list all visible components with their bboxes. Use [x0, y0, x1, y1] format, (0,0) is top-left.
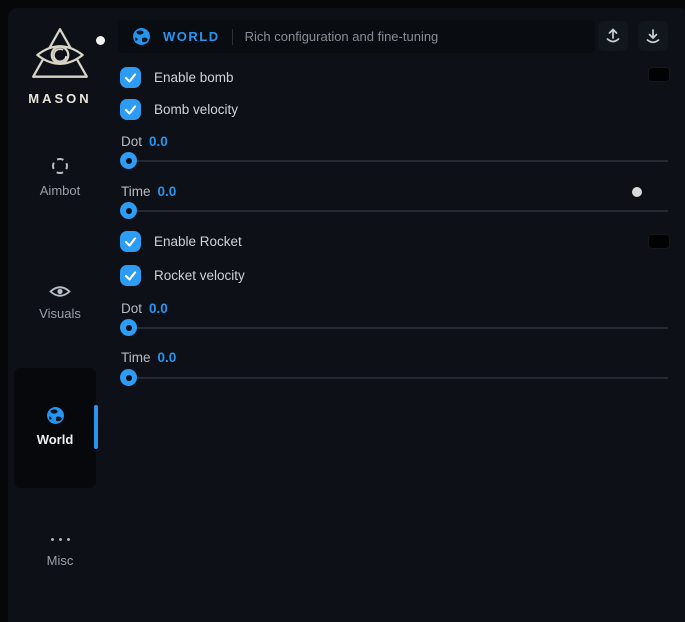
slider-track[interactable]	[120, 377, 668, 379]
slider-handle[interactable]	[120, 319, 137, 336]
divider	[232, 29, 233, 45]
download-config-button[interactable]	[638, 21, 668, 51]
slider-name: Dot	[121, 301, 142, 316]
slider-label-row: Dot 0.0	[121, 134, 168, 149]
toggle-label: Enable Rocket	[154, 234, 242, 249]
globe-icon	[46, 406, 65, 425]
slider-label-row: Dot 0.0	[121, 301, 168, 316]
toggle-row: Rocket velocity	[120, 264, 245, 286]
checkmark-icon	[124, 103, 137, 116]
logo-text: MASON	[8, 91, 112, 106]
page-title: WORLD	[163, 29, 220, 44]
slider-value: 0.0	[158, 184, 177, 199]
globe-icon	[132, 27, 151, 46]
slider-handle[interactable]	[120, 152, 137, 169]
rocket-color-swatch[interactable]	[648, 234, 670, 249]
eye-icon	[49, 284, 71, 299]
toggle-row: Enable Rocket	[120, 230, 242, 252]
sidebar-item-world[interactable]: World	[14, 406, 96, 447]
sidebar: MASON Aimbot Visuals World	[8, 8, 112, 622]
dot-slider[interactable]	[120, 319, 668, 336]
upload-config-button[interactable]	[598, 21, 628, 51]
crosshair-icon	[50, 156, 70, 176]
slider-handle[interactable]	[120, 369, 137, 386]
sidebar-item-aimbot[interactable]: Aimbot	[8, 156, 112, 198]
download-icon	[644, 27, 662, 45]
slider-value: 0.0	[149, 134, 168, 149]
sidebar-item-label: Visuals	[39, 306, 81, 321]
sidebar-item-label: Misc	[47, 553, 74, 568]
page-subtitle: Rich configuration and fine-tuning	[245, 29, 439, 44]
checkmark-icon	[124, 269, 137, 282]
checkmark-icon	[124, 235, 137, 248]
bomb-color-swatch[interactable]	[648, 67, 670, 82]
dot-slider[interactable]	[120, 152, 668, 169]
sidebar-item-label: Aimbot	[40, 183, 80, 198]
cursor-dot	[96, 36, 105, 45]
slider-value: 0.0	[149, 301, 168, 316]
sidebar-item-misc[interactable]: Misc	[8, 532, 112, 568]
page-header: WORLD Rich configuration and fine-tuning	[118, 20, 595, 53]
sidebar-item-visuals[interactable]: Visuals	[8, 284, 112, 321]
slider-label-row: Time 0.0	[121, 350, 176, 365]
slider-label-row: Time 0.0	[121, 184, 176, 199]
slider-track[interactable]	[120, 160, 668, 162]
slider-handle[interactable]	[120, 202, 137, 219]
cursor-dot	[632, 187, 642, 197]
sidebar-item-world-card: World	[14, 368, 96, 488]
pyramid-eye-icon	[27, 26, 93, 82]
slider-name: Dot	[121, 134, 142, 149]
app-window: MASON Aimbot Visuals World	[8, 8, 685, 622]
time-slider[interactable]	[120, 369, 668, 386]
enable-bomb-checkbox[interactable]	[120, 67, 141, 88]
toggle-row: Enable bomb	[120, 66, 234, 88]
toggle-label: Bomb velocity	[154, 102, 238, 117]
toggle-label: Enable bomb	[154, 70, 234, 85]
enable-rocket-checkbox[interactable]	[120, 231, 141, 252]
slider-track[interactable]	[120, 210, 668, 212]
rocket-velocity-checkbox[interactable]	[120, 265, 141, 286]
sidebar-item-label: World	[37, 432, 74, 447]
ellipsis-icon	[51, 532, 70, 546]
slider-name: Time	[121, 184, 151, 199]
bomb-velocity-checkbox[interactable]	[120, 99, 141, 120]
time-slider[interactable]	[120, 202, 668, 219]
upload-icon	[604, 27, 622, 45]
toggle-row: Bomb velocity	[120, 98, 238, 120]
slider-track[interactable]	[120, 327, 668, 329]
checkmark-icon	[124, 71, 137, 84]
slider-name: Time	[121, 350, 151, 365]
active-indicator	[94, 405, 98, 449]
slider-value: 0.0	[158, 350, 177, 365]
toggle-label: Rocket velocity	[154, 268, 245, 283]
